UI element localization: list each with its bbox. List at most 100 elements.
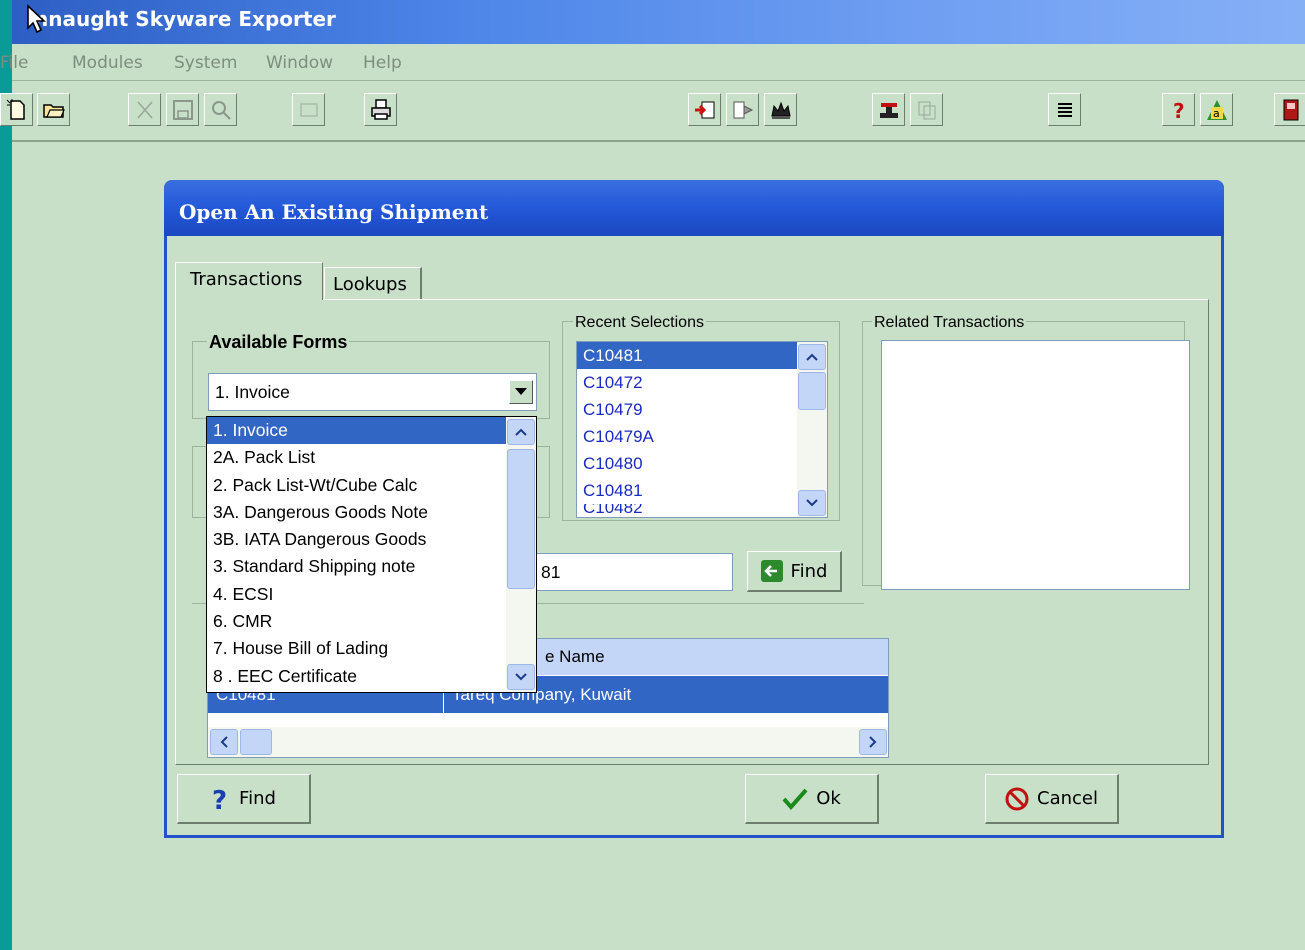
arrow-left-icon: [760, 560, 783, 582]
help-button[interactable]: ?: [1162, 93, 1195, 126]
exit-door-icon: [1283, 99, 1298, 120]
related-transactions-label: Related Transactions: [872, 314, 1027, 332]
dialog-title: Open An Existing Shipment: [179, 200, 489, 224]
list-button[interactable]: [1048, 93, 1081, 126]
tab-lookups[interactable]: Lookups: [324, 267, 422, 300]
cancel-icon: [1005, 787, 1029, 810]
recent-selections-list[interactable]: C10481 C10472 C10479 C10479A C10480 C104…: [576, 341, 828, 518]
print-icon: [370, 98, 391, 120]
list-item[interactable]: C10482: [577, 504, 827, 514]
scroll-up-button[interactable]: [507, 419, 535, 445]
export-icon: [694, 101, 714, 118]
help-icon: ?: [1173, 99, 1185, 122]
chevron-left-icon: [220, 736, 228, 748]
email-button[interactable]: [292, 93, 325, 126]
scroll-down-button[interactable]: [507, 664, 535, 690]
save-icon: [172, 99, 193, 120]
tab-transactions[interactable]: Transactions: [175, 262, 323, 300]
forward-icon: [733, 101, 753, 118]
new-button[interactable]: [0, 93, 33, 126]
dropdown-option[interactable]: 6. CMR: [207, 608, 536, 635]
cancel-button[interactable]: Cancel: [985, 774, 1119, 824]
stamp-icon: [879, 102, 898, 118]
scroll-right-button[interactable]: [859, 729, 887, 755]
title-bar[interactable]: nnaught Skyware Exporter: [12, 0, 1305, 44]
dropdown-option[interactable]: 3A. Dangerous Goods Note: [207, 499, 536, 526]
list-item[interactable]: C10481: [577, 477, 827, 504]
scroll-up-button[interactable]: [798, 344, 826, 370]
ok-button[interactable]: Ok: [745, 774, 879, 824]
question-mark-icon: ?: [212, 786, 227, 812]
chevron-down-icon: [515, 673, 527, 681]
list-icon: [1057, 102, 1072, 117]
open-folder-icon: [42, 103, 65, 118]
font-icon: a: [1206, 99, 1227, 120]
list-item[interactable]: C10479: [577, 396, 827, 423]
chevron-down-icon: [806, 499, 818, 507]
dropdown-option[interactable]: 3B. IATA Dangerous Goods: [207, 526, 536, 553]
list-item[interactable]: C10472: [577, 369, 827, 396]
chevron-down-icon: [515, 388, 527, 395]
menu-system[interactable]: System: [174, 53, 237, 73]
recent-scrollbar[interactable]: [797, 342, 827, 517]
exit-button[interactable]: [1274, 93, 1305, 126]
stamp-button[interactable]: [872, 93, 905, 126]
find-transaction-button[interactable]: Find: [747, 551, 842, 592]
dropdown-option[interactable]: 4. ECSI: [207, 581, 536, 608]
forward-button[interactable]: [726, 93, 759, 126]
print-button[interactable]: [364, 93, 397, 126]
grid-hscrollbar[interactable]: [208, 727, 888, 757]
font-button[interactable]: a: [1200, 93, 1233, 126]
related-transactions-list[interactable]: [881, 340, 1190, 590]
ok-button-label: Ok: [816, 788, 841, 809]
dropdown-option[interactable]: 3. Standard Shipping note: [207, 553, 536, 580]
menu-file[interactable]: File: [0, 53, 28, 73]
transaction-search-value: 81: [541, 562, 561, 582]
available-forms-combo[interactable]: 1. Invoice: [208, 373, 537, 411]
chevron-up-icon: [515, 428, 527, 436]
crown-button[interactable]: [764, 93, 797, 126]
scroll-thumb[interactable]: [507, 449, 535, 589]
open-button[interactable]: [37, 93, 70, 126]
crown-icon: [770, 101, 791, 119]
dropdown-scrollbar[interactable]: [506, 417, 536, 692]
find-button-label: Find: [239, 788, 276, 809]
list-item[interactable]: C10481: [577, 342, 827, 369]
cancel-button-label: Cancel: [1037, 788, 1098, 809]
copy-button[interactable]: [910, 93, 943, 126]
list-item[interactable]: C10480: [577, 450, 827, 477]
save-button[interactable]: [166, 93, 199, 126]
scroll-down-button[interactable]: [798, 490, 826, 516]
checkmark-icon: [782, 788, 808, 810]
menu-window[interactable]: Window: [266, 53, 333, 73]
list-item[interactable]: C10479A: [577, 423, 827, 450]
find-button[interactable]: ? Find: [177, 774, 311, 824]
new-document-icon: [6, 98, 25, 120]
menu-help[interactable]: Help: [363, 53, 402, 73]
hscroll-thumb[interactable]: [240, 729, 272, 755]
cut-button[interactable]: [128, 93, 161, 126]
cut-icon: [136, 101, 153, 118]
export-button[interactable]: [688, 93, 721, 126]
search-icon: [211, 100, 231, 120]
menu-bar: File Modules System Window Help: [0, 44, 1305, 81]
svg-text:a: a: [1213, 107, 1220, 120]
menu-modules[interactable]: Modules: [72, 53, 143, 73]
chevron-up-icon: [806, 353, 818, 361]
dropdown-option[interactable]: 2. Pack List-Wt/Cube Calc: [207, 472, 536, 499]
transaction-search-input[interactable]: 81: [536, 553, 733, 591]
available-forms-dropdown[interactable]: 1. Invoice 2A. Pack List 2. Pack List-Wt…: [206, 416, 537, 693]
search-button[interactable]: [204, 93, 237, 126]
mouse-cursor-icon: [27, 4, 47, 34]
dropdown-option[interactable]: 8 . EEC Certificate: [207, 663, 536, 690]
dropdown-option[interactable]: 7. House Bill of Lading: [207, 635, 536, 662]
dropdown-option[interactable]: 2A. Pack List: [207, 444, 536, 471]
chevron-right-icon: [869, 736, 877, 748]
svg-text:?: ?: [212, 786, 227, 812]
dropdown-option[interactable]: 1. Invoice: [207, 417, 536, 445]
dropdown-toggle-button[interactable]: [509, 380, 533, 404]
scroll-left-button[interactable]: [210, 729, 238, 755]
scroll-thumb[interactable]: [798, 372, 826, 410]
dialog-title-bar[interactable]: Open An Existing Shipment: [164, 180, 1224, 236]
available-forms-label: Available Forms: [207, 332, 350, 353]
